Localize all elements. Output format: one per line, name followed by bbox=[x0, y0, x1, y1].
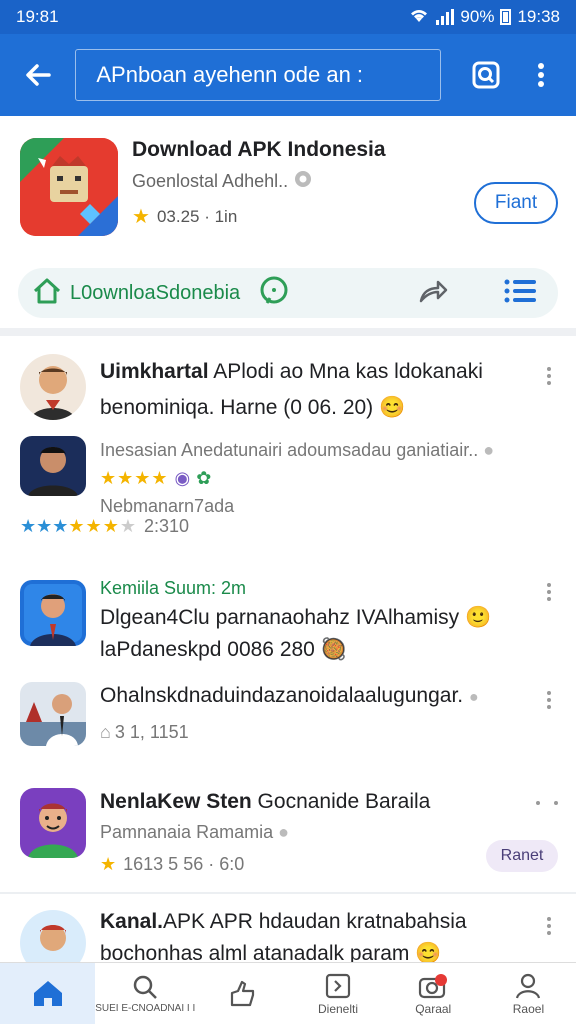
battery-icon bbox=[500, 9, 512, 25]
developer-row: Goenlostal Adhehl.. bbox=[132, 170, 312, 193]
avatar bbox=[20, 788, 86, 858]
item-menu-button[interactable] bbox=[540, 364, 558, 388]
stars-icon: ★★★★ bbox=[100, 468, 169, 488]
nav-deals[interactable] bbox=[195, 963, 290, 1024]
divider bbox=[0, 892, 576, 894]
nav-updates-label: Qaraal bbox=[415, 1001, 452, 1016]
item-title: NenlaKew Sten Gocnanide Baraila bbox=[100, 790, 431, 813]
search-button[interactable] bbox=[463, 52, 508, 98]
site-link-bar[interactable]: L0ownloaSdonebia bbox=[18, 268, 558, 318]
avatar bbox=[20, 436, 86, 496]
item-subtitle: benominiqa. Harne (0 06. 20) 😊 bbox=[100, 396, 406, 419]
chevron-box-icon bbox=[325, 973, 351, 998]
nav-profile[interactable]: Raoel bbox=[481, 963, 576, 1024]
share-icon[interactable] bbox=[418, 278, 448, 309]
signal-icon bbox=[436, 9, 455, 25]
rating-value: 3 1, 1151 bbox=[114, 722, 189, 742]
item-description: Pamnanaia Ramamia ● bbox=[100, 822, 289, 842]
item-description: Inesasian Anedatunairi adoumsadau ganiat… bbox=[100, 440, 495, 460]
battery-percent: 90% bbox=[460, 7, 495, 26]
nav-home[interactable] bbox=[0, 963, 96, 1024]
mini-rating-row: ★★★★ ◉ ✿ bbox=[100, 464, 526, 492]
status-time-left: 19:81 bbox=[16, 7, 59, 26]
app-logo-icon bbox=[20, 138, 118, 236]
list-item[interactable]: Uimkhartal APlodi ao Mna kas ldokanaki b… bbox=[0, 354, 576, 444]
search-box[interactable] bbox=[75, 49, 442, 101]
star-icon: ★ bbox=[132, 206, 151, 228]
rating-row: ⌂ 3 1, 1151 bbox=[100, 718, 516, 746]
badge-icon: ◉ bbox=[174, 468, 191, 488]
item-subtitle: laPdaneskpd 0086 280 🥘 bbox=[100, 638, 347, 661]
verified-icon bbox=[294, 170, 312, 193]
install-button[interactable]: Fiant bbox=[474, 182, 558, 224]
status-bar: 19:81 90% 19:38 bbox=[0, 0, 576, 34]
item-menu-button[interactable] bbox=[540, 688, 558, 712]
list-icon[interactable] bbox=[504, 279, 536, 308]
status-time-right: 19:38 bbox=[517, 7, 560, 26]
nav-download[interactable]: Dienelti bbox=[290, 963, 385, 1024]
list-item[interactable]: Kemiila Suum: 2m Dlgean4Clu parnanaohahz… bbox=[0, 574, 576, 670]
user-icon bbox=[516, 973, 541, 998]
chat-icon[interactable] bbox=[258, 275, 290, 312]
verified-icon: ● bbox=[483, 440, 495, 460]
rating-value: 1613 5 56 · 6:0 bbox=[123, 854, 245, 874]
app-title: Download APK Indonesia bbox=[132, 138, 386, 161]
nav-updates[interactable]: Qaraal bbox=[386, 963, 481, 1024]
camera-badge-icon bbox=[419, 973, 448, 998]
avatar bbox=[20, 354, 86, 420]
search-input[interactable] bbox=[96, 62, 441, 88]
app-bar bbox=[0, 34, 576, 116]
home-icon: ⌂ bbox=[100, 722, 111, 742]
nav-download-label: Dienelti bbox=[318, 1001, 359, 1016]
overflow-menu-button[interactable] bbox=[519, 52, 564, 98]
avatar bbox=[20, 682, 86, 746]
status-icons: 90% 19:38 bbox=[408, 7, 560, 28]
nav-search[interactable]: SUEI E-CNOADNAI I I bbox=[95, 963, 195, 1024]
avatar bbox=[20, 580, 86, 646]
back-button[interactable] bbox=[12, 49, 63, 101]
verified-icon: ● bbox=[468, 689, 479, 706]
site-link-label: L0ownloaSdonebia bbox=[70, 281, 241, 304]
star-icon: ★ bbox=[100, 854, 118, 874]
recycle-icon: ✿ bbox=[196, 468, 212, 488]
item-menu-button[interactable] bbox=[540, 914, 558, 938]
list-item[interactable]: Inesasian Anedatunairi adoumsadau ganiat… bbox=[0, 436, 576, 546]
app-header-card: Download APK Indonesia Goenlostal Adhehl… bbox=[0, 116, 576, 336]
rating-row: ★★★★★★★ 2:310 bbox=[20, 516, 189, 537]
stars-icon: ★★★★★★★ bbox=[20, 516, 136, 536]
arrow-left-icon bbox=[25, 64, 51, 86]
home-outline-icon bbox=[32, 277, 62, 310]
app-icon[interactable] bbox=[20, 138, 118, 236]
hand-icon bbox=[230, 980, 254, 1006]
item-title: Uimkhartal APlodi ao Mna kas ldokanaki bbox=[100, 360, 483, 383]
rating-value: 03.25 · 1in bbox=[156, 206, 238, 226]
rating-value: 2:310 bbox=[143, 516, 190, 536]
wifi-icon bbox=[408, 7, 430, 28]
home-icon bbox=[33, 980, 62, 1006]
rating-row: ★ 03.25 · 1in bbox=[132, 204, 237, 229]
bottom-navigation: SUEI E-CNOADNAI I I Dienelti Qaraal Raoe… bbox=[0, 962, 576, 1024]
item-menu-button[interactable] bbox=[536, 798, 558, 808]
more-vertical-icon bbox=[538, 63, 545, 87]
rating-row: ★ 1613 5 56 · 6:0 bbox=[100, 850, 516, 878]
nav-search-label: SUEI E-CNOADNAI I I bbox=[95, 1003, 196, 1014]
list-item[interactable]: Ohalnskdnaduindazanoidalaalugungar. ● ⌂ … bbox=[0, 680, 576, 760]
item-title: Kanal.APK APR hdaudan kratnabahsia bbox=[100, 910, 467, 933]
item-meta: Kemiila Suum: 2m bbox=[100, 578, 247, 598]
item-menu-button[interactable] bbox=[540, 580, 558, 604]
developer-name[interactable]: Goenlostal Adhehl.. bbox=[132, 171, 288, 192]
verified-icon: ● bbox=[278, 822, 289, 842]
item-title: Dlgean4Clu parnanaohahz IVAlhamisy 🙂 bbox=[100, 606, 492, 629]
search-icon bbox=[133, 975, 158, 999]
search-square-icon bbox=[472, 61, 500, 89]
status-badge[interactable]: Ranet bbox=[486, 840, 558, 872]
nav-profile-label: Raoel bbox=[512, 1001, 545, 1016]
item-title: Ohalnskdnaduindazanoidalaalugungar. ● bbox=[100, 684, 479, 707]
list-item[interactable]: NenlaKew Sten Gocnanide Baraila Pamnanai… bbox=[0, 786, 576, 886]
